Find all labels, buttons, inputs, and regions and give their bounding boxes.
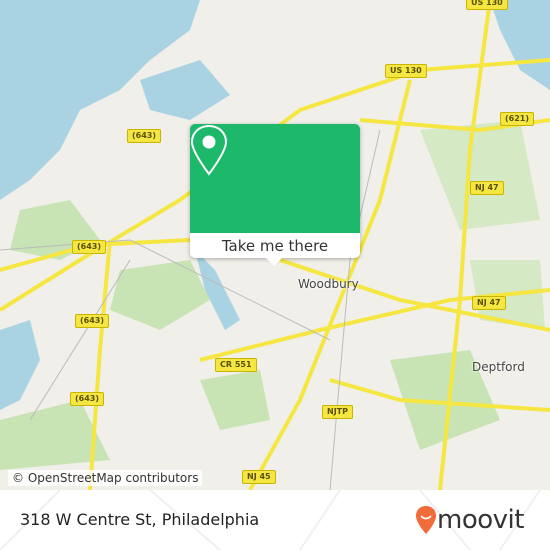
moovit-pin-icon — [416, 506, 436, 534]
map-attribution[interactable]: © OpenStreetMap contributors — [8, 470, 203, 486]
road-shield: (621) — [500, 112, 535, 126]
map-pin-icon — [190, 124, 228, 176]
road-shield: CR 551 — [215, 358, 257, 372]
address-label: 318 W Centre St, Philadelphia — [20, 510, 260, 529]
road-shield: NJ 45 — [242, 470, 276, 484]
road-shield: NJ 47 — [470, 181, 504, 195]
brand-name: moovit — [437, 505, 524, 535]
road-shield: (643) — [127, 129, 162, 143]
moovit-logo[interactable]: moovit — [415, 505, 524, 535]
road-shield: NJ 47 — [472, 296, 506, 310]
road-shield: NJTP — [322, 405, 353, 419]
popup-pointer — [266, 258, 282, 266]
road-shield: (643) — [70, 392, 105, 406]
place-label-woodbury: Woodbury — [298, 277, 359, 291]
road-shield: US 130 — [385, 64, 427, 78]
location-popup: Take me there — [190, 124, 360, 266]
popup-header — [190, 124, 360, 233]
road-shield: US 130 — [466, 0, 508, 10]
road-shield: (643) — [72, 240, 107, 254]
map[interactable]: US 130 US 130 (643) (643) (643) (643) (6… — [0, 0, 550, 490]
take-me-there-button[interactable]: Take me there — [190, 233, 360, 258]
road-shield: (643) — [75, 314, 110, 328]
place-label-deptford: Deptford — [472, 360, 525, 374]
